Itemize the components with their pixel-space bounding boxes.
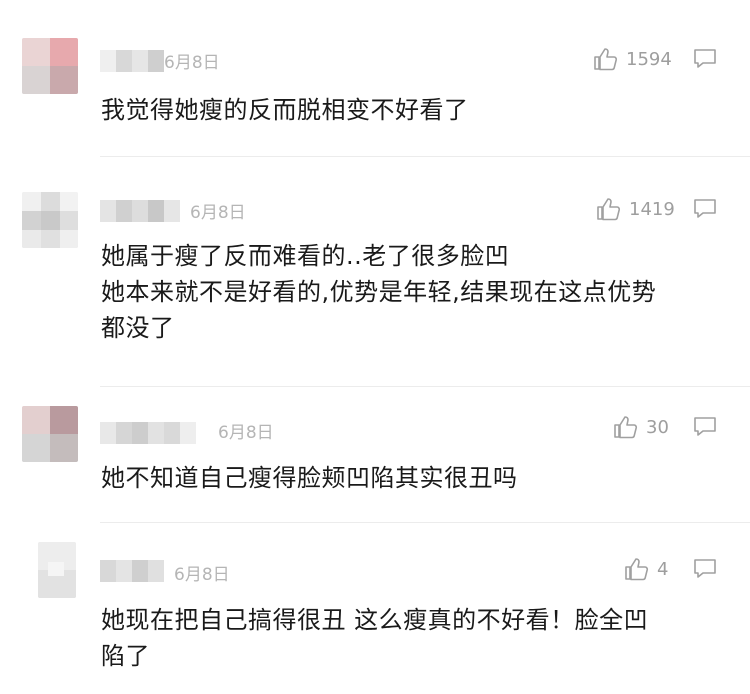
comment-date: 6月8日 [190,203,246,223]
comment-date: 6月8日 [218,423,274,443]
thumbs-up-icon [614,416,638,439]
like-count: 30 [646,416,669,438]
username-blurred[interactable] [100,560,164,582]
comment-bubble-icon[interactable] [692,198,718,220]
divider [100,522,750,523]
comment-text: 我觉得她瘦的反而脱相变不好看了 [101,96,469,124]
username-blurred[interactable] [100,200,180,222]
comment-bubble-icon[interactable] [692,558,718,580]
like-count: 1594 [626,48,672,70]
like-button[interactable]: 30 [612,414,669,440]
comment-text: 她现在把自己搞得很丑 这么瘦真的不好看！脸全凹 陷了 [101,606,649,670]
avatar[interactable] [22,38,78,94]
thumbs-up-icon [597,198,621,221]
like-button[interactable]: 4 [623,556,668,582]
username-blurred[interactable] [100,422,196,444]
like-count: 1419 [629,198,675,220]
divider [100,386,750,387]
comment-item: 6月8日 30 她不知道自己瘦得脸颊凹陷其实很丑吗 [0,390,750,524]
like-button[interactable]: 1594 [592,46,672,72]
comment-text: 她属于瘦了反而难看的..老了很多脸凹 她本来就不是好看的,优势是年轻,结果现在这… [101,242,657,342]
username-blurred[interactable] [100,50,164,72]
comment-bubble-icon[interactable] [692,416,718,438]
thumbs-up-icon [625,558,649,581]
avatar[interactable] [22,192,78,248]
avatar[interactable] [22,406,78,462]
comment-item: 6月8日 4 她现在把自己搞得很丑 这么瘦真的不好看！脸全凹 陷了 [0,524,750,694]
like-button[interactable]: 1419 [595,196,675,222]
avatar[interactable] [38,542,76,598]
comment-item: 6月8日 1594 我觉得她瘦的反而脱相变不好看了 [0,0,750,158]
comment-date: 6月8日 [164,53,220,73]
comment-item: 6月8日 1419 她属于瘦了反而难看的..老了很多脸凹 她本来就不是好看的,优… [0,158,750,390]
like-count: 4 [657,558,669,580]
divider [100,156,750,157]
thumbs-up-icon [594,48,618,71]
comment-date: 6月8日 [174,565,230,585]
comment-text: 她不知道自己瘦得脸颊凹陷其实很丑吗 [101,464,518,492]
comment-bubble-icon[interactable] [692,48,718,70]
